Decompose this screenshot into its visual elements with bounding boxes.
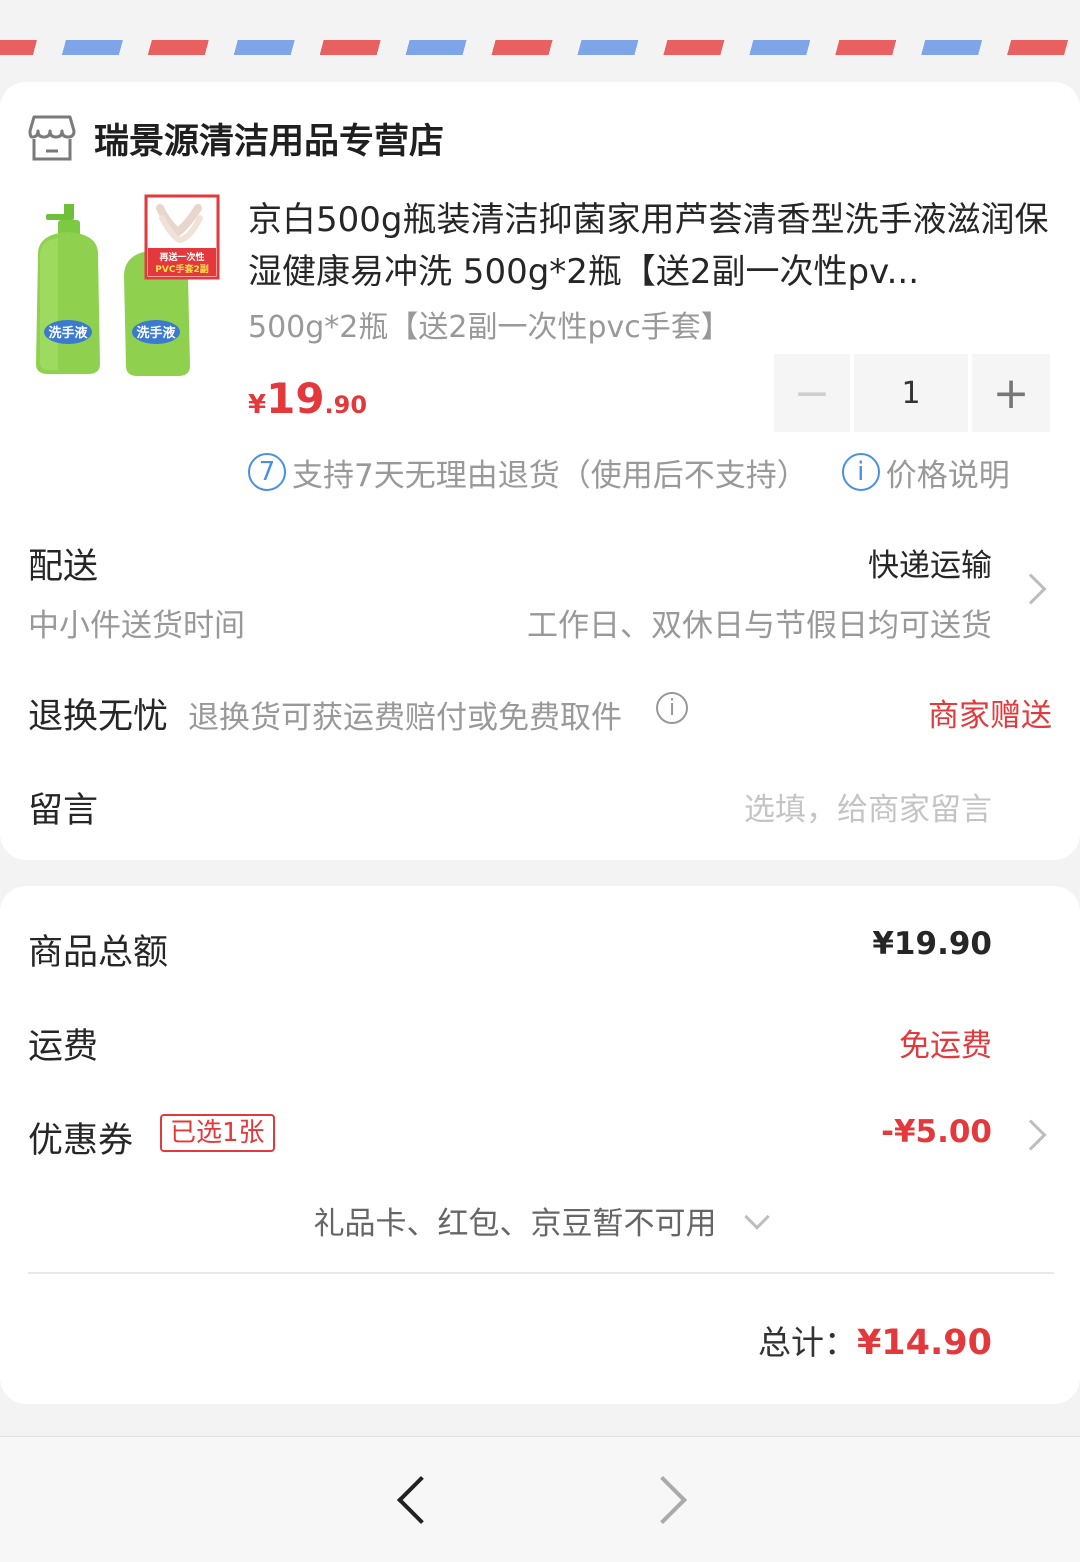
delivery-chevron-icon[interactable] [1015,573,1047,605]
coupon-label: 优惠券 [28,1121,134,1161]
browser-nav-bar [0,1436,1080,1562]
store-name[interactable]: 瑞景源清洁用品专营店 [94,113,444,164]
coupon-value[interactable]: -¥5.00 [881,1114,992,1150]
envelope-stripe [0,0,1080,58]
delivery-method[interactable]: 快递运输 [868,540,992,585]
total-row: 总计： ¥14.90 [758,1316,992,1364]
product-sku[interactable]: 500g*2瓶【送2副一次性pvc手套】 [248,302,731,346]
price-info-link[interactable]: 价格说明 [886,450,1010,495]
decrease-button[interactable]: − [774,354,850,432]
shipping-value: 免运费 [899,1028,992,1064]
returns-label: 退换无忧 [28,697,169,737]
goods-total-label: 商品总额 [28,933,169,973]
chevron-down-icon[interactable] [744,1204,771,1230]
back-arrow-icon[interactable] [396,1475,446,1525]
service-info-row: 7 支持7天无理由退货（使用后不支持） i 价格说明 [248,450,1010,494]
svg-text:再送一次性: 再送一次性 [159,251,204,263]
forward-arrow-icon[interactable] [638,1475,688,1525]
info-icon[interactable]: i [841,453,880,491]
total-label: 总计： [757,1323,857,1362]
delivery-time-value: 工作日、双休日与节假日均可送货 [527,608,992,644]
order-item-card: 瑞景源清洁用品专营店 洗手液 洗手液 再送一次性 PVC手套2副 京白500g瓶… [0,82,1080,860]
product-title[interactable]: 京白500g瓶装清洁抑菌家用芦荟清香型洗手液滋润保湿健康易冲洗 500g*2瓶【… [248,194,1054,298]
returns-info-icon[interactable]: i [656,692,688,724]
message-label: 留言 [28,791,99,831]
quantity-stepper[interactable]: − 1 + [774,354,1054,432]
quantity-value[interactable]: 1 [854,354,968,432]
bottle-label-left: 洗手液 [48,325,87,341]
message-input[interactable]: 选填，给商家留言 [744,784,992,829]
increase-button[interactable]: + [972,354,1050,432]
returns-value: 商家赠送 [928,698,1052,734]
delivery-label: 配送 [28,547,99,587]
returns-desc: 退换货可获运费赔付或免费取件 [188,700,622,736]
product-image[interactable]: 洗手液 洗手液 再送一次性 PVC手套2副 [28,194,222,388]
return-policy-text: 支持7天无理由退货（使用后不支持） [292,457,808,494]
summary-divider [28,1272,1054,1274]
order-summary-card: 商品总额 ¥19.90 运费 免运费 优惠券 已选1张 -¥5.00 礼品卡、红… [0,886,1080,1404]
coupon-selected-badge: 已选1张 [160,1114,275,1152]
total-value: ¥14.90 [856,1323,992,1363]
store-header[interactable]: 瑞景源清洁用品专营店 [28,110,444,166]
goods-total-value: ¥19.90 [872,926,992,962]
store-icon [28,115,76,161]
delivery-time-label: 中小件送货时间 [28,608,245,644]
seven-day-return-icon: 7 [248,453,286,491]
unavailable-row[interactable]: 礼品卡、红包、京豆暂不可用 [0,1198,1080,1243]
bottle-label-right: 洗手液 [136,325,175,341]
shipping-label: 运费 [28,1027,99,1067]
unavailable-text[interactable]: 礼品卡、红包、京豆暂不可用 [314,1206,717,1242]
svg-text:PVC手套2副: PVC手套2副 [155,263,208,275]
product-price: ¥19.90 [248,374,368,423]
coupon-chevron-icon[interactable] [1015,1119,1047,1151]
